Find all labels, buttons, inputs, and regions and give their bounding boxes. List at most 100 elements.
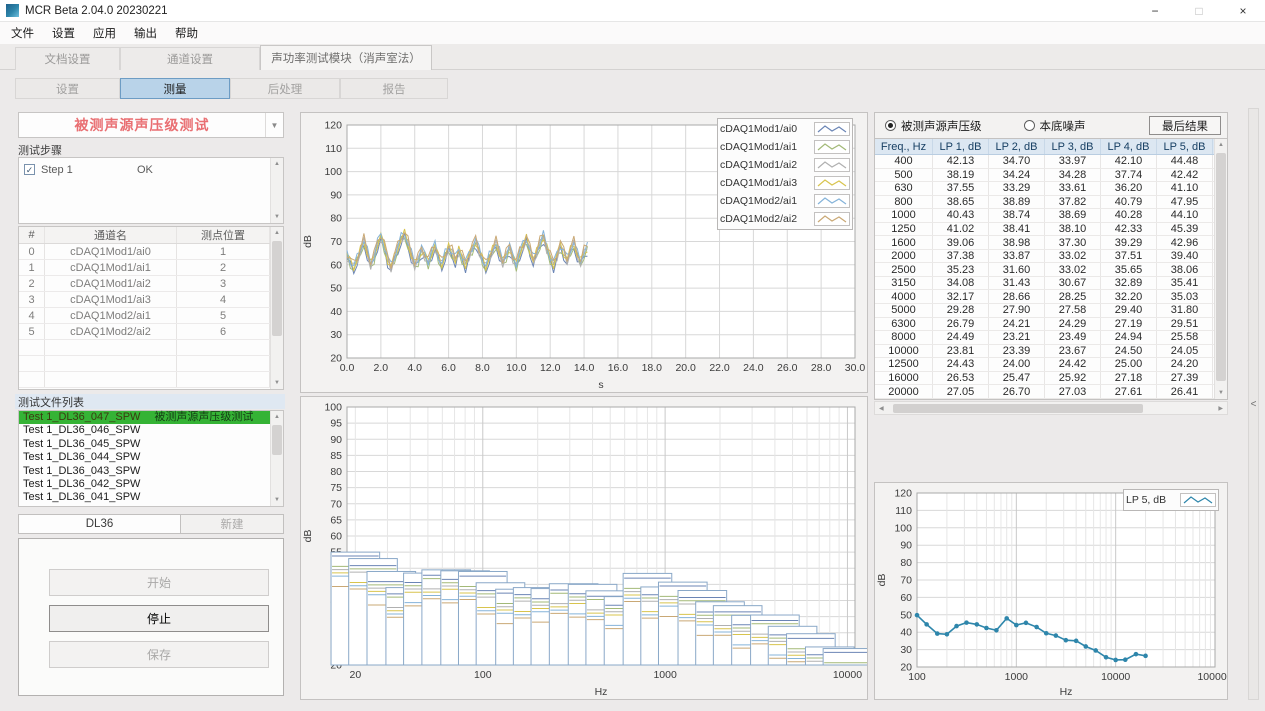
new-button[interactable]: 新建 — [180, 514, 284, 534]
lp5-chart[interactable]: 2030405060708090100110120100100010000100… — [875, 483, 1227, 699]
module-tab[interactable]: 文档设置 — [15, 47, 120, 70]
table-row[interactable]: 500029.2827.9027.5829.4031.80 — [875, 304, 1227, 318]
sub-tab-measure[interactable]: 测量 — [120, 78, 230, 99]
test-type-dropdown[interactable]: 被测声源声压级测试 ▼ — [18, 112, 284, 138]
menu-item-设置[interactable]: 设置 — [43, 22, 84, 44]
menu-item-应用[interactable]: 应用 — [84, 22, 125, 44]
table-row[interactable]: 2000027.0526.7027.0327.6126.41 — [875, 385, 1227, 399]
scroll-right-icon[interactable]: ▶ — [1214, 405, 1227, 412]
results-table-hscrollbar[interactable]: ◀ ▶ — [874, 401, 1228, 415]
scroll-thumb[interactable] — [272, 241, 282, 336]
sub-tab-0[interactable]: 设置 — [15, 78, 120, 99]
window-title: MCR Beta 2.04.0 20230221 — [25, 5, 168, 17]
list-item[interactable]: Test 1_DL36_041_SPW — [19, 491, 283, 504]
step-checkbox[interactable]: ✓ — [24, 164, 35, 175]
table-row[interactable] — [19, 372, 283, 388]
scroll-thumb[interactable] — [1216, 153, 1226, 381]
minimize-button[interactable]: − — [1133, 0, 1177, 22]
maximize-button[interactable]: □ — [1177, 0, 1221, 22]
sub-tab-3[interactable]: 报告 — [340, 78, 448, 99]
table-row[interactable]: 1600026.5325.4725.9227.1827.39 — [875, 372, 1227, 386]
step-list-scrollbar[interactable]: ▲ ▼ — [270, 158, 283, 223]
final-result-button[interactable]: 最后结果 — [1149, 116, 1221, 135]
list-item[interactable]: Test 1_DL36_043_SPW — [19, 465, 283, 478]
table-cell: 34.08 — [933, 277, 989, 290]
scroll-down-icon[interactable]: ▼ — [274, 377, 280, 389]
table-cell: 31.80 — [1157, 304, 1213, 317]
table-cell: 39.40 — [1157, 250, 1213, 263]
table-row[interactable] — [19, 356, 283, 372]
table-cell — [177, 372, 270, 387]
table-cell — [45, 372, 177, 387]
close-button[interactable]: × — [1221, 0, 1265, 22]
source-level-radio[interactable] — [885, 120, 896, 131]
table-row[interactable]: 200037.3833.8733.0237.5139.40 — [875, 250, 1227, 264]
table-row[interactable]: 1cDAQ1Mod1/ai12 — [19, 260, 283, 276]
chevron-down-icon[interactable]: ▼ — [265, 113, 283, 137]
table-row[interactable]: 400032.1728.6628.2532.2035.03 — [875, 290, 1227, 304]
table-row[interactable]: 100040.4338.7438.6940.2844.10 — [875, 209, 1227, 223]
module-tab[interactable]: 通道设置 — [120, 47, 260, 70]
table-row[interactable]: 40042.1334.7033.9742.1044.48 — [875, 155, 1227, 169]
table-row[interactable]: 800024.4923.2123.4924.9425.58 — [875, 331, 1227, 345]
table-row[interactable] — [19, 340, 283, 356]
table-row[interactable]: 0cDAQ1Mod1/ai01 — [19, 244, 283, 260]
list-item[interactable]: Test 1_DL36_044_SPW — [19, 451, 283, 464]
table-row[interactable]: 63037.5533.2933.6136.2041.10 — [875, 182, 1227, 196]
table-row[interactable]: 80038.6538.8937.8240.7947.95 — [875, 196, 1227, 210]
table-cell: 25.58 — [1157, 331, 1213, 344]
background-noise-radio[interactable] — [1024, 120, 1035, 131]
table-row[interactable]: 1250024.4324.0024.4225.0024.20 — [875, 358, 1227, 372]
steps-label: 测试步骤 — [18, 142, 62, 158]
scroll-down-icon[interactable]: ▼ — [1218, 387, 1224, 399]
table-row[interactable]: 4cDAQ1Mod2/ai15 — [19, 308, 283, 324]
scroll-up-icon[interactable]: ▲ — [274, 227, 280, 239]
menu-item-文件[interactable]: 文件 — [2, 22, 43, 44]
spectrum-bar-chart[interactable]: 2025303540455055606570758085909510020100… — [301, 397, 867, 699]
svg-text:1000: 1000 — [653, 669, 677, 681]
collapse-arrow-icon[interactable]: < — [1251, 399, 1257, 410]
table-cell: 24.42 — [1045, 358, 1101, 371]
list-item[interactable]: Test 1_DL36_047_SPW被测声源声压级测试 — [19, 411, 283, 424]
table-row[interactable]: 5cDAQ1Mod2/ai26 — [19, 324, 283, 340]
menu-bar: 文件设置应用输出帮助 — [0, 22, 1265, 44]
dl36-button[interactable]: DL36 — [18, 514, 181, 534]
scroll-left-icon[interactable]: ◀ — [875, 405, 888, 412]
table-cell: 45.39 — [1157, 223, 1213, 236]
scroll-thumb[interactable] — [272, 425, 282, 455]
scroll-down-icon[interactable]: ▼ — [274, 494, 280, 506]
scroll-up-icon[interactable]: ▲ — [274, 158, 280, 170]
list-item[interactable]: Test 1_DL36_046_SPW — [19, 424, 283, 437]
file-list-scrollbar[interactable]: ▲ ▼ — [270, 411, 283, 506]
stop-button[interactable]: 停止 — [49, 605, 269, 632]
table-row[interactable]: 2cDAQ1Mod1/ai23 — [19, 276, 283, 292]
list-item[interactable]: Test 1_DL36_045_SPW — [19, 438, 283, 451]
sub-tab-2[interactable]: 后处理 — [230, 78, 340, 99]
list-item[interactable]: Test 1_DL36_042_SPW — [19, 478, 283, 491]
file-name: Test 1_DL36_041_SPW — [23, 491, 140, 503]
table-row[interactable]: 630026.7924.2124.2927.1929.51 — [875, 318, 1227, 332]
table-row[interactable]: 125041.0238.4138.1042.3345.39 — [875, 223, 1227, 237]
scroll-up-icon[interactable]: ▲ — [274, 411, 280, 423]
scroll-thumb[interactable] — [893, 404, 1143, 413]
save-button[interactable]: 保存 — [49, 641, 269, 668]
legend-label: LP 5, dB — [1126, 494, 1180, 506]
table-cell: 24.21 — [989, 318, 1045, 331]
scroll-up-icon[interactable]: ▲ — [1218, 139, 1224, 151]
collapse-panel-strip[interactable]: < — [1248, 108, 1259, 700]
table-row[interactable]: 1000023.8123.3923.6724.5024.05 — [875, 345, 1227, 359]
results-table-scrollbar[interactable]: ▲ ▼ — [1214, 139, 1227, 399]
channel-table-scrollbar[interactable]: ▲ ▼ — [270, 227, 283, 389]
scroll-down-icon[interactable]: ▼ — [274, 211, 280, 223]
table-row[interactable]: 315034.0831.4330.6732.8935.41 — [875, 277, 1227, 291]
table-row[interactable]: 3cDAQ1Mod1/ai34 — [19, 292, 283, 308]
module-tab[interactable]: 声功率测试模块（消声室法） — [260, 45, 432, 70]
start-button[interactable]: 开始 — [49, 569, 269, 596]
table-row[interactable]: 50038.1934.2434.2837.7442.42 — [875, 169, 1227, 183]
table-row[interactable]: 250035.2331.6033.0235.6538.06 — [875, 263, 1227, 277]
menu-item-输出[interactable]: 输出 — [125, 22, 166, 44]
menu-item-帮助[interactable]: 帮助 — [166, 22, 207, 44]
table-row[interactable]: 160039.0638.9837.3039.2942.96 — [875, 236, 1227, 250]
step-row[interactable]: ✓ Step 1 OK — [19, 161, 283, 178]
table-cell: cDAQ1Mod2/ai2 — [45, 324, 177, 339]
